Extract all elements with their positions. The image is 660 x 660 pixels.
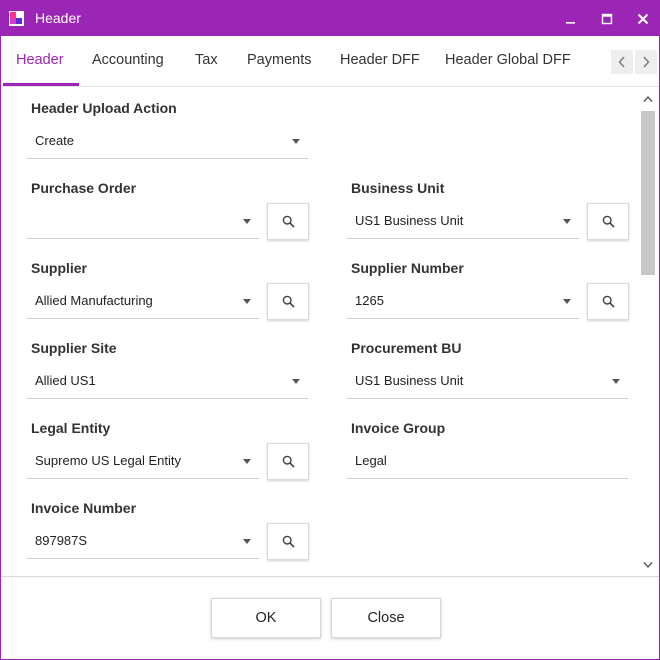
business-unit-search-button[interactable] (587, 203, 629, 240)
business-unit-value: US1 Business Unit (355, 213, 464, 228)
business-unit-dropdown[interactable]: US1 Business Unit (347, 204, 579, 239)
invoice-group-value: Legal (355, 453, 387, 468)
procurement-bu-dropdown[interactable]: US1 Business Unit (347, 364, 628, 399)
tab-scroll-right-button[interactable] (635, 50, 657, 74)
chevron-down-icon (563, 219, 571, 224)
search-icon (602, 215, 615, 228)
search-icon (282, 535, 295, 548)
chevron-down-icon (243, 299, 251, 304)
business-unit-label: Business Unit (351, 180, 445, 196)
invoice-group-label: Invoice Group (351, 420, 446, 436)
procurement-bu-label: Procurement BU (351, 340, 462, 356)
chevron-left-icon (618, 56, 625, 68)
tab-scroll-left-button[interactable] (611, 50, 633, 74)
search-icon (602, 295, 615, 308)
supplier-number-value: 1265 (355, 293, 384, 308)
supplier-site-value: Allied US1 (35, 373, 96, 388)
legal-entity-label: Legal Entity (31, 420, 111, 436)
tab-accounting[interactable]: Accounting (92, 36, 164, 87)
supplier-dropdown[interactable]: Allied Manufacturing (27, 284, 259, 319)
invoice-number-dropdown[interactable]: 897987S (27, 524, 259, 559)
close-icon (637, 13, 649, 24)
chevron-down-icon (243, 459, 251, 464)
chevron-down-icon (563, 299, 571, 304)
header-upload-action-dropdown[interactable]: Create (27, 124, 308, 159)
purchase-order-dropdown[interactable] (27, 204, 259, 239)
supplier-number-search-button[interactable] (587, 283, 629, 320)
maximize-icon (601, 13, 613, 24)
window-title: Header (35, 10, 81, 26)
supplier-label: Supplier (31, 260, 88, 276)
purchase-order-label: Purchase Order (31, 180, 137, 196)
legal-entity-dropdown[interactable]: Supremo US Legal Entity (27, 444, 259, 479)
tab-tax[interactable]: Tax (195, 36, 218, 87)
search-icon (282, 295, 295, 308)
invoice-number-value: 897987S (35, 533, 88, 548)
legal-entity-search-button[interactable] (267, 443, 309, 480)
minimize-button[interactable] (553, 1, 589, 36)
header-form: Header Upload Action Create Purchase Ord… (3, 88, 639, 576)
header-upload-action-label: Header Upload Action (31, 100, 177, 116)
tab-bar: Header Accounting Tax Payments Header DF… (1, 36, 659, 87)
maximize-button[interactable] (589, 1, 625, 36)
vertical-scrollbar[interactable] (639, 91, 657, 573)
supplier-number-dropdown[interactable]: 1265 (347, 284, 579, 319)
app-icon (9, 11, 24, 26)
procurement-bu-value: US1 Business Unit (355, 373, 464, 388)
chevron-down-icon (292, 139, 300, 144)
close-window-button[interactable] (625, 1, 660, 36)
tab-header-dff[interactable]: Header DFF (340, 36, 420, 87)
invoice-number-search-button[interactable] (267, 523, 309, 560)
supplier-search-button[interactable] (267, 283, 309, 320)
title-bar[interactable]: Header (1, 1, 659, 36)
legal-entity-value: Supremo US Legal Entity (35, 453, 181, 468)
dialog-window: Header Header Accounting Tax Payments He… (0, 0, 660, 660)
scroll-up-icon[interactable] (643, 95, 653, 103)
search-icon (282, 455, 295, 468)
ok-button[interactable]: OK (211, 598, 321, 638)
scroll-down-icon[interactable] (643, 561, 653, 569)
supplier-value: Allied Manufacturing (35, 293, 153, 308)
invoice-group-field[interactable]: Legal (347, 444, 628, 479)
purchase-order-search-button[interactable] (267, 203, 309, 240)
close-button[interactable]: Close (331, 598, 441, 638)
chevron-down-icon (292, 379, 300, 384)
chevron-down-icon (612, 379, 620, 384)
scrollbar-thumb[interactable] (641, 111, 655, 275)
chevron-down-icon (243, 539, 251, 544)
tab-payments[interactable]: Payments (247, 36, 311, 87)
header-upload-action-value: Create (35, 133, 75, 148)
tab-header-global-dff[interactable]: Header Global DFF (445, 36, 571, 87)
tab-header[interactable]: Header (16, 36, 64, 87)
supplier-number-label: Supplier Number (351, 260, 464, 276)
supplier-site-label: Supplier Site (31, 340, 117, 356)
minimize-icon (566, 21, 575, 24)
chevron-down-icon (243, 219, 251, 224)
dialog-footer: OK Close (1, 576, 659, 659)
active-tab-indicator (3, 83, 79, 86)
supplier-site-dropdown[interactable]: Allied US1 (27, 364, 308, 399)
chevron-right-icon (643, 56, 650, 68)
search-icon (282, 215, 295, 228)
invoice-number-label: Invoice Number (31, 500, 137, 516)
